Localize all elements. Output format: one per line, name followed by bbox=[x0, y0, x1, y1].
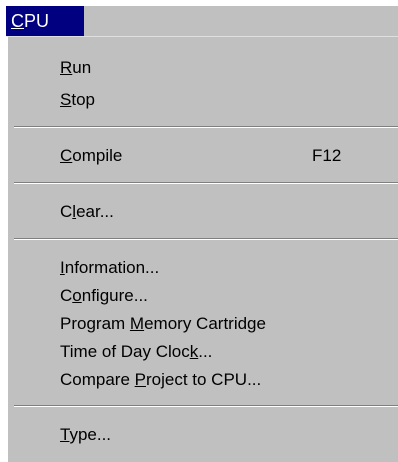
menu-item-compile-mnemonic: C bbox=[60, 146, 73, 165]
menu-cpu-label-suffix: PU bbox=[24, 11, 50, 31]
menu-item-time-of-day-clock-text-rest: ... bbox=[198, 342, 213, 361]
menu-item-type-text-rest: ype... bbox=[69, 425, 112, 444]
menu-item-clear-text: C bbox=[60, 202, 73, 221]
menu-item-compare-project-to-cpu[interactable]: Compare Project to CPU... bbox=[60, 367, 261, 393]
menu-item-time-of-day-clock-mnemonic: k bbox=[189, 342, 199, 361]
menu-item-stop-mnemonic: S bbox=[60, 90, 72, 109]
menu-bar-empty-area bbox=[84, 6, 398, 36]
menu-separator bbox=[14, 238, 398, 240]
menu-cpu-mnemonic: C bbox=[11, 11, 24, 31]
menu-item-time-of-day-clock-text: Time of Day Cloc bbox=[60, 342, 190, 361]
menu-item-compare-project-to-cpu-text: Compare bbox=[60, 370, 135, 389]
menu-item-run[interactable]: Run bbox=[60, 55, 91, 81]
menu-item-clear-text-rest: ear... bbox=[76, 202, 114, 221]
menu-item-stop[interactable]: Stop bbox=[60, 87, 95, 113]
menu-cpu[interactable]: CPU bbox=[6, 6, 84, 36]
menu-item-run-mnemonic: R bbox=[60, 58, 73, 77]
menu-separator bbox=[14, 182, 398, 184]
menu-bar: CPU bbox=[0, 0, 398, 36]
menu-item-compare-project-to-cpu-text-rest: roject to CPU... bbox=[145, 370, 262, 389]
menu-item-compile[interactable]: Compile F12 bbox=[60, 143, 395, 169]
menu-item-information-text-rest: nformation... bbox=[64, 258, 160, 277]
cpu-dropdown-menu: Run Stop Compile F12 Clear... Information… bbox=[6, 36, 398, 462]
menu-item-program-memory-cartridge[interactable]: Program Memory Cartridge bbox=[60, 311, 266, 337]
menu-item-compare-project-to-cpu-mnemonic: P bbox=[134, 370, 146, 389]
menu-separator bbox=[14, 126, 398, 128]
menu-item-time-of-day-clock[interactable]: Time of Day Clock... bbox=[60, 339, 212, 365]
menu-item-compile-text-rest: ompile bbox=[72, 146, 123, 165]
menu-item-program-memory-cartridge-text: Program bbox=[60, 314, 130, 333]
menu-item-information[interactable]: Information... bbox=[60, 255, 159, 281]
menu-item-stop-text-rest: top bbox=[71, 90, 95, 109]
menu-item-configure-mnemonic: o bbox=[72, 286, 82, 305]
menu-item-type[interactable]: Type... bbox=[60, 422, 111, 448]
menu-item-configure-text: C bbox=[60, 286, 73, 305]
menu-item-compile-shortcut: F12 bbox=[312, 146, 342, 165]
menu-separator bbox=[14, 405, 398, 407]
menu-item-clear[interactable]: Clear... bbox=[60, 199, 114, 225]
menu-item-program-memory-cartridge-mnemonic: M bbox=[129, 314, 145, 333]
menu-item-configure[interactable]: Configure... bbox=[60, 283, 148, 309]
menu-item-configure-text-rest: nfigure... bbox=[81, 286, 148, 305]
menu-item-program-memory-cartridge-text-rest: emory Cartridge bbox=[144, 314, 266, 333]
menu-item-run-text-rest: un bbox=[72, 58, 92, 77]
